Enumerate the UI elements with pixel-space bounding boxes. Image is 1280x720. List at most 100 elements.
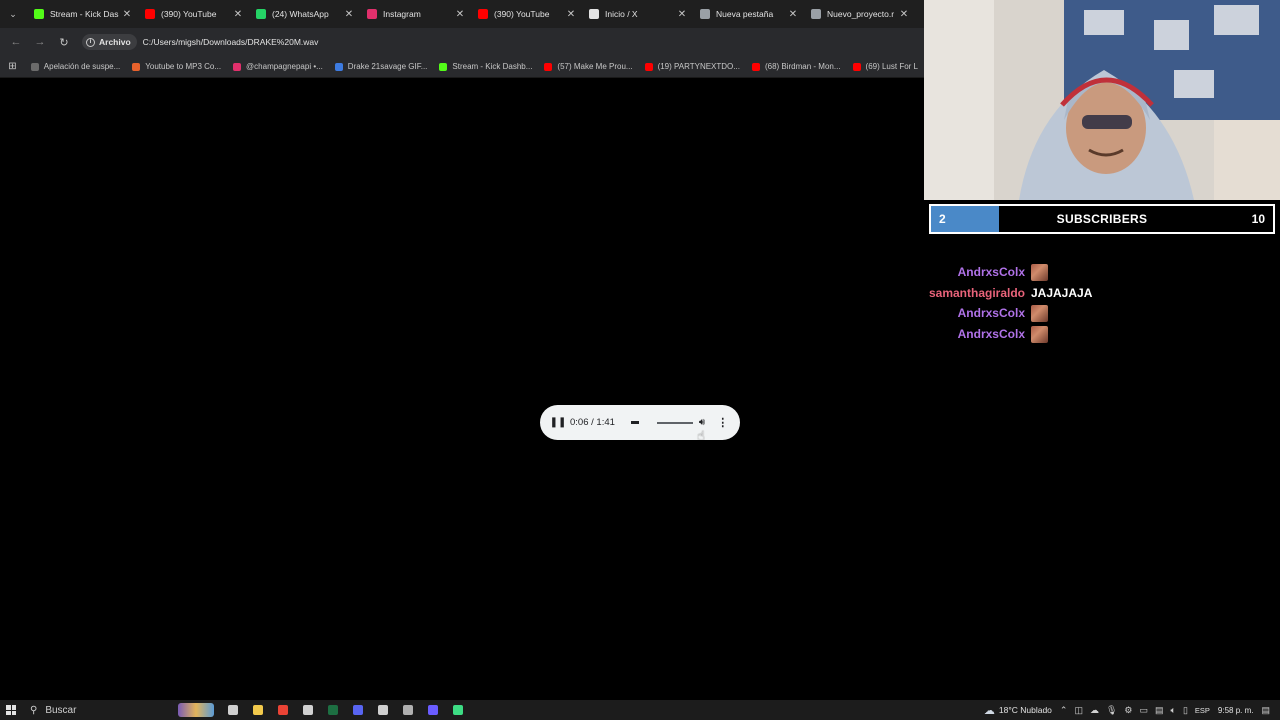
system-tray: ☁ 18°C Nublado ⌃ ◫ ☁ 🎙︎ ⚙ ▭ ▤ 🔈︎ ▯ ESP 9… (984, 700, 1280, 720)
clock[interactable]: 9:58 p. m. (1218, 706, 1254, 715)
windows-logo-icon (6, 705, 16, 715)
streamer-app-icon (377, 705, 388, 715)
bookmark-favicon-icon (644, 62, 653, 71)
tray-app-icon[interactable]: ◫ (1074, 705, 1083, 716)
close-icon[interactable]: ✕ (454, 9, 466, 20)
browser-tab[interactable]: Instagram ✕ (359, 0, 470, 28)
chrome-taskbar-button[interactable] (270, 700, 295, 720)
onedrive-icon[interactable]: ☁ (1090, 705, 1099, 716)
bookmark-favicon-icon (132, 62, 141, 71)
audio-player: ❚❚ 0:06 / 1:41 🔊︎ ⋮ (540, 405, 740, 440)
progress-slider[interactable] (630, 421, 639, 424)
bookmark-item[interactable]: Drake 21savage GIF... (329, 56, 434, 77)
bookmark-favicon-icon (30, 62, 39, 71)
subscriber-goal-label: SUBSCRIBERS (1056, 212, 1148, 226)
tab-title: (24) WhatsApp (272, 9, 329, 19)
search-icon: ⚲ (30, 704, 38, 716)
bookmarks-bar: ⊞ Apelación de suspe... Youtube to MP3 Co… (0, 56, 924, 78)
webcam-feed (924, 0, 1280, 200)
browser-tab[interactable]: Nueva pestaña ✕ (692, 0, 803, 28)
bookmark-item[interactable]: (68) Birdman - Mon... (746, 56, 847, 77)
obs-icon (402, 705, 413, 715)
bookmark-item[interactable]: (69) Lust For L (847, 56, 924, 77)
back-button[interactable]: ← (4, 30, 28, 54)
info-icon: i (86, 37, 95, 47)
browser-tab[interactable]: Stream - Kick Das ✕ (26, 0, 137, 28)
youtube-icon (478, 9, 488, 19)
bookmark-item[interactable]: Apelación de suspe... (25, 56, 127, 77)
microphone-icon[interactable]: 🎙︎ (1106, 705, 1117, 716)
browser-tab[interactable]: Inicio / X ✕ (581, 0, 692, 28)
notepad-taskbar-button[interactable] (295, 700, 320, 720)
mouse-cursor-icon: ☝︎ (697, 428, 705, 443)
bookmark-favicon-icon (334, 62, 343, 71)
display-icon[interactable]: ▭ (1140, 705, 1149, 716)
chat-message: AndrxsColx (924, 303, 1280, 324)
streamer-app-taskbar-button[interactable] (370, 700, 395, 720)
url-text[interactable]: C:/Users/migsh/Downloads/DRAKE%20M.wav (143, 37, 319, 47)
tab-title: Inicio / X (605, 9, 638, 19)
bookmark-item[interactable]: Stream - Kick Dashb... (433, 56, 538, 77)
excel-taskbar-button[interactable] (320, 700, 345, 720)
chat-username: AndrxsColx (957, 306, 1025, 321)
close-icon[interactable]: ✕ (787, 9, 799, 20)
file-explorer-taskbar-button[interactable] (245, 700, 270, 720)
search-highlight-widget[interactable] (178, 703, 214, 717)
bookmark-label: (69) Lust For L (865, 62, 918, 71)
chevron-up-icon[interactable]: ⌃ (1060, 705, 1068, 716)
chat-emote-icon (1031, 304, 1048, 322)
browser-tab[interactable]: Nuevo_proyecto.r ✕ (803, 0, 914, 28)
volume-icon[interactable]: 🔊︎ (699, 417, 705, 428)
discord-taskbar-button[interactable] (345, 700, 370, 720)
address-bar[interactable]: i Archivo C:/Users/migsh/Downloads/DRAKE… (82, 31, 922, 53)
weather-text[interactable]: 18°C Nublado (999, 705, 1052, 715)
settings-icon[interactable]: ⚙ (1124, 705, 1132, 716)
terminal-taskbar-button[interactable] (445, 700, 470, 720)
speaker-icon[interactable]: 🔈︎ (1171, 705, 1176, 716)
reload-button[interactable]: ↻ (52, 30, 76, 54)
browser-tab[interactable]: (390) YouTube ✕ (137, 0, 248, 28)
close-icon[interactable]: ✕ (898, 9, 910, 20)
webcam-image (924, 0, 1280, 200)
chat-emote-icon (1031, 325, 1048, 343)
taskbar-search-label: Buscar (45, 704, 77, 716)
bookmark-item[interactable]: (57) Make Me Prou... (538, 56, 638, 77)
chat-message: AndrxsColx (924, 324, 1280, 345)
tab-title: Nuevo_proyecto.r (827, 9, 895, 19)
more-options-icon[interactable]: ⋮ (717, 416, 728, 429)
subscriber-goal-target: 10 (1251, 212, 1265, 226)
browser-taskbar-button[interactable] (420, 700, 445, 720)
close-icon[interactable]: ✕ (565, 9, 577, 20)
terminal-icon (452, 705, 463, 715)
start-button[interactable] (0, 700, 22, 720)
language-indicator[interactable]: ESP (1195, 706, 1210, 715)
battery-icon[interactable]: ▯ (1183, 705, 1188, 716)
bookmark-favicon-icon (852, 62, 861, 71)
bookmark-item[interactable]: Youtube to MP3 Co... (126, 56, 227, 77)
bookmark-label: (68) Birdman - Mon... (764, 62, 841, 71)
pause-button[interactable]: ❚❚ (550, 417, 567, 429)
tab-search-button[interactable]: ⌄ (0, 0, 26, 28)
chat-username: samanthagiraldo (928, 285, 1025, 300)
bookmark-item[interactable]: (19) PARTYNEXTDO... (639, 56, 746, 77)
bookmark-item[interactable]: @champagnepapi •... (227, 56, 329, 77)
notifications-icon[interactable]: ▤ (1261, 705, 1270, 716)
obs-taskbar-button[interactable] (395, 700, 420, 720)
taskbar-search[interactable]: ⚲ Buscar (22, 700, 202, 720)
volume-slider[interactable] (656, 421, 693, 424)
forward-button[interactable]: → (28, 30, 52, 54)
browser-tab[interactable]: (24) WhatsApp ✕ (248, 0, 359, 28)
network-icon[interactable]: ▤ (1155, 705, 1164, 716)
close-icon[interactable]: ✕ (232, 9, 244, 20)
chat-overlay: AndrxsColx samanthagiraldo JAJAJAJA AndrxsC… (924, 262, 1280, 344)
browser-tab[interactable]: (390) YouTube ✕ (470, 0, 581, 28)
close-icon[interactable]: ✕ (343, 9, 355, 20)
close-icon[interactable]: ✕ (676, 9, 688, 20)
bookmark-label: (19) PARTYNEXTDO... (657, 62, 740, 71)
bookmark-label: Drake 21savage GIF... (347, 62, 428, 71)
close-icon[interactable]: ✕ (121, 9, 133, 20)
site-info-chip[interactable]: i Archivo (82, 34, 137, 50)
task-view-taskbar-button[interactable] (220, 700, 245, 720)
apps-grid-icon[interactable]: ⊞ (0, 61, 25, 72)
chat-username: AndrxsColx (957, 327, 1025, 342)
